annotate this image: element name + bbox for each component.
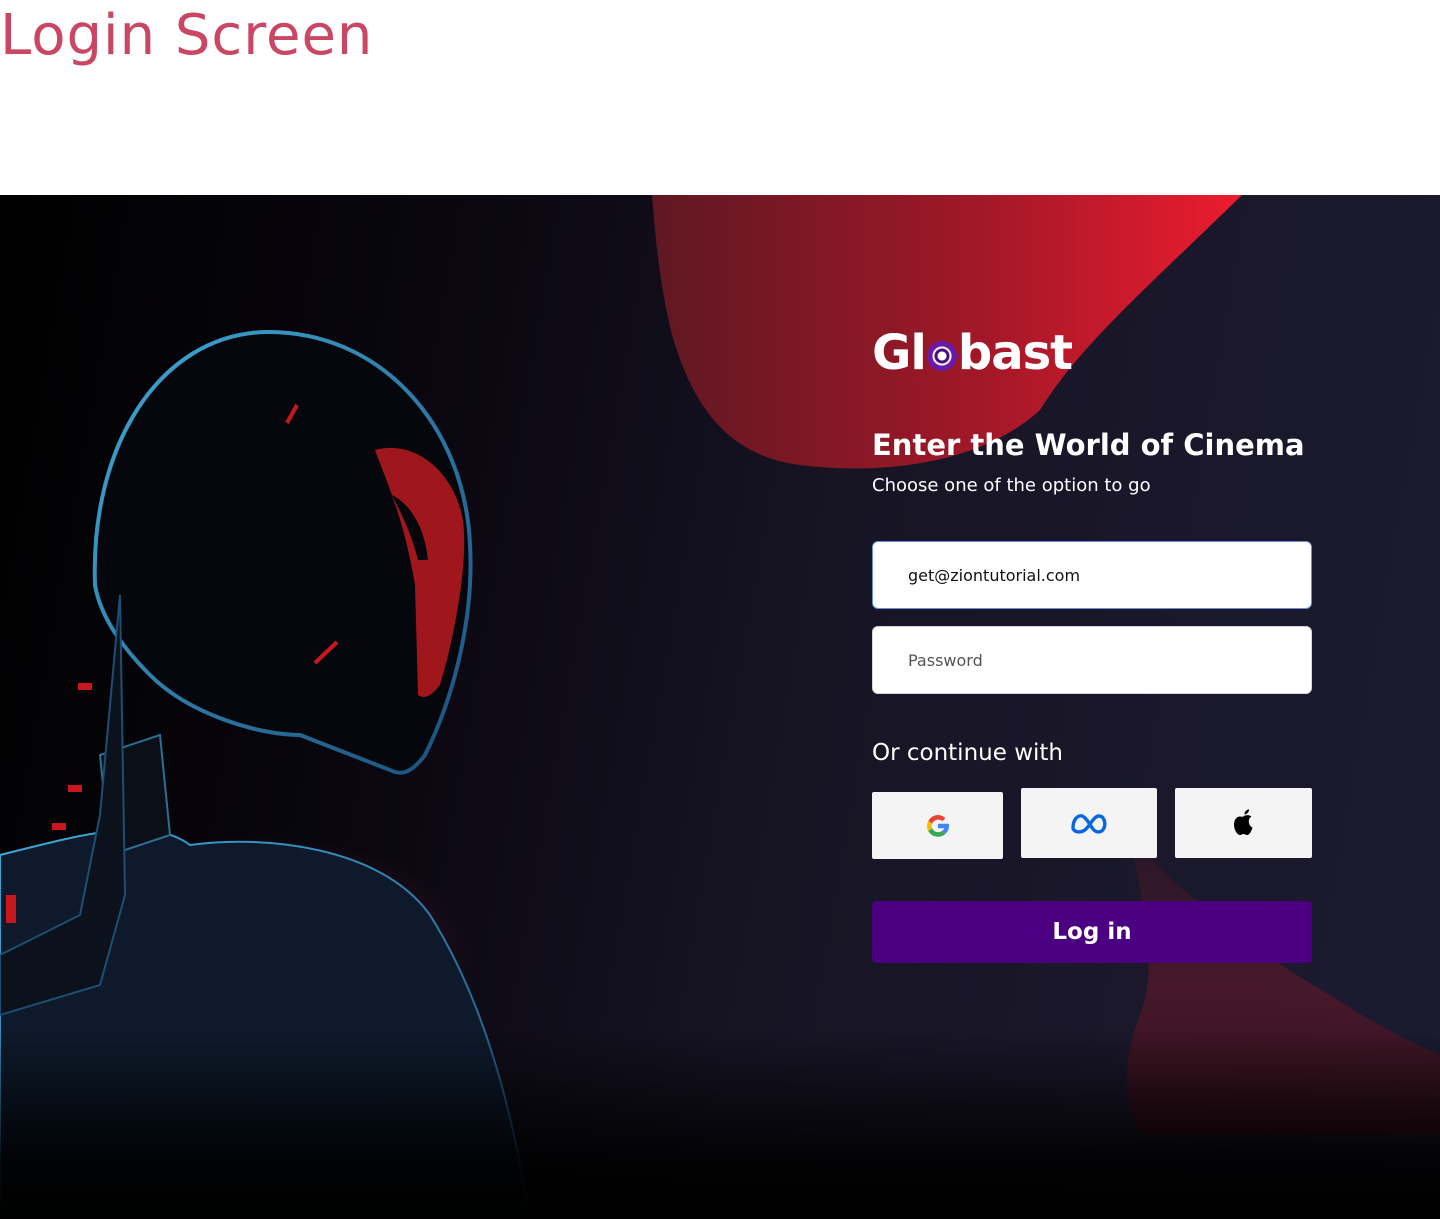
lower-red-blob bbox=[1126, 835, 1440, 1135]
login-frame: Gl bast Enter the World of Cinema Choose… bbox=[0, 195, 1440, 1219]
apple-login-button[interactable] bbox=[1175, 788, 1312, 858]
hero-title: Enter the World of Cinema bbox=[872, 428, 1305, 462]
page-heading: Login Screen bbox=[0, 3, 374, 68]
logo-text-end: bast bbox=[957, 325, 1073, 381]
apple-icon bbox=[1233, 809, 1252, 835]
password-field[interactable] bbox=[872, 626, 1312, 694]
logo-text-start: Gl bbox=[872, 325, 927, 381]
logo-eye-icon bbox=[926, 341, 957, 371]
social-login-label: Or continue with bbox=[872, 740, 1063, 766]
brand-logo: Gl bast bbox=[872, 325, 1073, 381]
background-artwork bbox=[0, 195, 1440, 1219]
google-icon bbox=[926, 814, 949, 837]
character-figure bbox=[0, 329, 532, 1219]
meta-icon bbox=[1071, 814, 1107, 834]
email-field[interactable] bbox=[872, 541, 1312, 609]
meta-login-button[interactable] bbox=[1021, 788, 1157, 858]
hero-subtitle: Choose one of the option to go bbox=[872, 475, 1151, 496]
google-login-button[interactable] bbox=[872, 792, 1003, 859]
login-button[interactable]: Log in bbox=[872, 901, 1312, 963]
